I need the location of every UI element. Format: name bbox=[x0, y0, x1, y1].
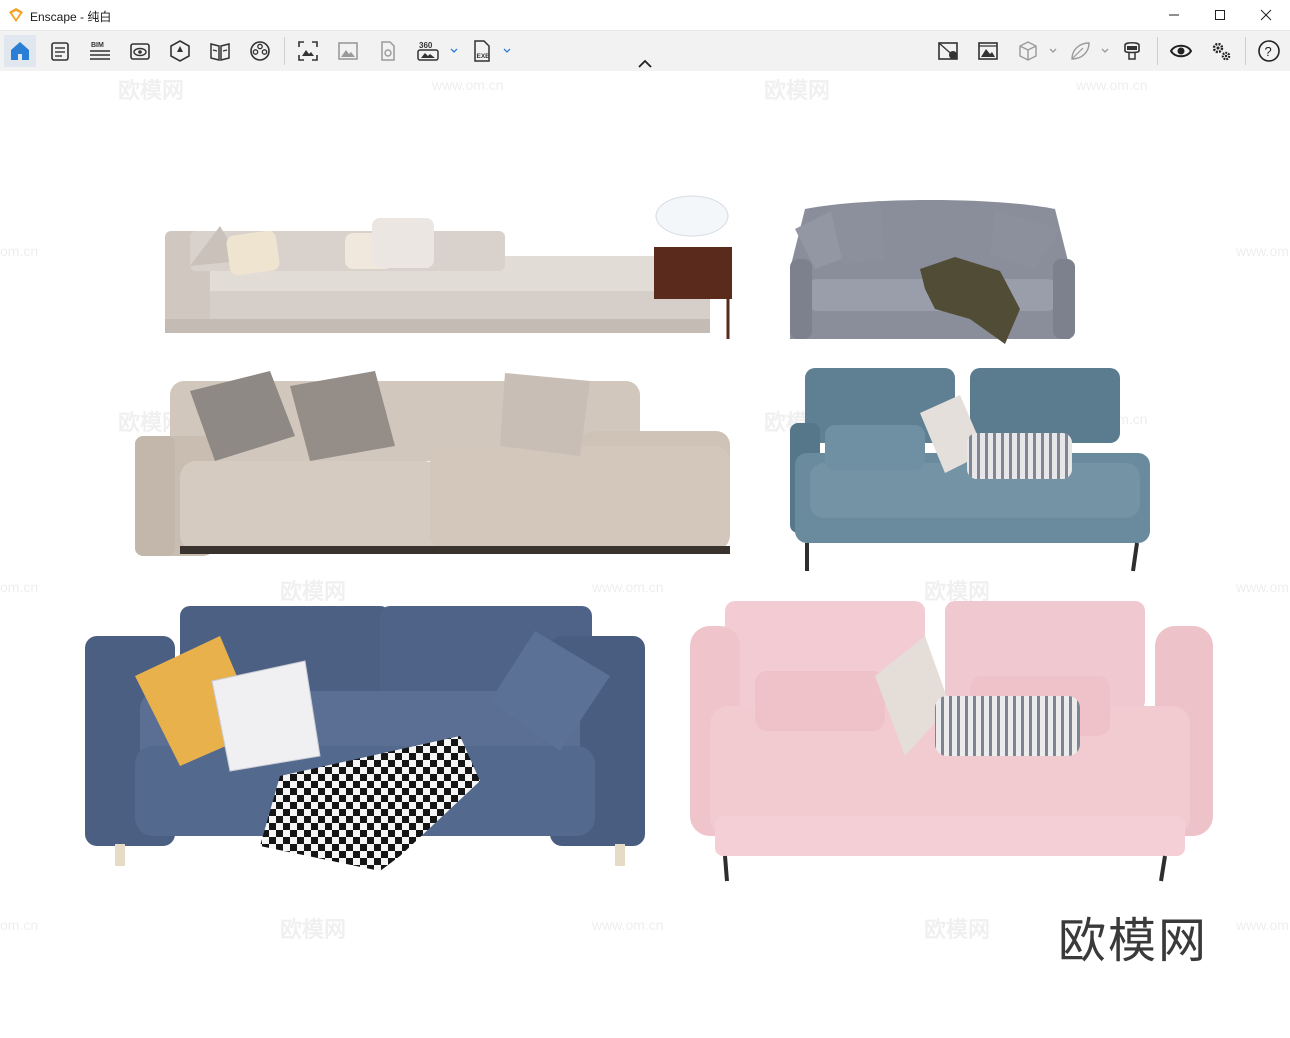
maximize-icon bbox=[1215, 10, 1225, 20]
material-editor-button[interactable] bbox=[244, 35, 276, 67]
view-icon bbox=[130, 43, 150, 60]
blue-sofa bbox=[85, 606, 645, 871]
render-viewport[interactable]: 欧模网 www.om.cn 欧模网 www.om.cn om.cn 欧模网 欧模… bbox=[0, 71, 1290, 1038]
exe-icon: EXE bbox=[474, 40, 491, 62]
chevron-down-icon bbox=[1101, 48, 1109, 53]
panorama-button[interactable]: 360 bbox=[412, 35, 444, 67]
video-editor-button[interactable] bbox=[372, 35, 404, 67]
svg-text:BIM: BIM bbox=[91, 42, 104, 49]
side-table-with-lamp bbox=[654, 195, 732, 339]
image-settings-icon bbox=[978, 42, 998, 60]
vr-cube-button[interactable] bbox=[1012, 35, 1044, 67]
library-icon bbox=[210, 43, 230, 61]
watermark-url: www.om.cn bbox=[1236, 917, 1290, 933]
site-icon bbox=[170, 40, 190, 62]
feedback-dropdown[interactable] bbox=[1100, 43, 1110, 59]
cube-dropdown[interactable] bbox=[1048, 43, 1058, 59]
cube-icon bbox=[1019, 41, 1037, 61]
home-button[interactable] bbox=[4, 35, 36, 67]
create-view-icon bbox=[938, 42, 958, 60]
toolbar-separator bbox=[1157, 37, 1158, 65]
watermark: 欧模网 bbox=[924, 917, 991, 942]
panorama-dropdown[interactable] bbox=[449, 43, 459, 59]
bim-icon: BIM bbox=[90, 42, 110, 60]
toolbar-separator bbox=[284, 37, 285, 65]
create-view-button[interactable] bbox=[932, 35, 964, 67]
grey-loveseat bbox=[790, 200, 1075, 344]
watermark-url: www.om.cn bbox=[592, 579, 664, 595]
screenshot-button[interactable] bbox=[292, 35, 324, 67]
toolbar-separator bbox=[1245, 37, 1246, 65]
watermark-url: om.cn bbox=[0, 917, 39, 933]
watermark-url: www.om.cn bbox=[1236, 243, 1290, 259]
watermark-url: www.om.cn bbox=[432, 77, 504, 93]
minimize-button[interactable] bbox=[1151, 0, 1197, 30]
enscape-logo-icon bbox=[9, 8, 23, 22]
watermark: 欧模网 bbox=[764, 78, 831, 103]
close-button[interactable] bbox=[1243, 0, 1289, 30]
settings-button[interactable] bbox=[1205, 35, 1237, 67]
watermark-url: www.om.cn bbox=[1076, 77, 1148, 93]
screenshot-icon bbox=[298, 41, 318, 61]
maximize-button[interactable] bbox=[1197, 0, 1243, 30]
title-bar: Enscape - 纯白 bbox=[0, 0, 1290, 31]
bim-button[interactable]: BIM bbox=[84, 35, 116, 67]
help-icon: ? bbox=[1258, 40, 1280, 62]
live-view-button[interactable] bbox=[1165, 35, 1197, 67]
brand-watermark: 欧模网 bbox=[1058, 913, 1209, 969]
watermark-url: www.om.cn bbox=[592, 917, 664, 933]
home-icon bbox=[11, 42, 29, 60]
close-icon bbox=[1260, 9, 1272, 21]
watermark: 欧模网 bbox=[280, 917, 347, 942]
feedback-button[interactable] bbox=[1064, 35, 1096, 67]
watermark: 欧模网 bbox=[280, 579, 347, 604]
watermark: 欧模网 bbox=[118, 78, 185, 103]
window-title: Enscape - 纯白 bbox=[30, 10, 112, 24]
notes-icon bbox=[51, 42, 69, 61]
pink-sofa bbox=[690, 601, 1213, 882]
eye-icon bbox=[1169, 44, 1193, 58]
chevron-down-icon bbox=[1049, 48, 1057, 53]
gears-icon bbox=[1212, 42, 1231, 61]
panorama-icon: 360 bbox=[417, 41, 439, 61]
vr-icon bbox=[1124, 41, 1140, 60]
material-icon bbox=[250, 41, 270, 61]
teal-chaise-sofa bbox=[790, 368, 1150, 572]
video-icon bbox=[381, 41, 395, 61]
chevron-down-icon bbox=[503, 48, 511, 53]
vr-headset-button[interactable] bbox=[1116, 35, 1148, 67]
notes-button[interactable] bbox=[44, 35, 76, 67]
watermark-url: om.cn bbox=[0, 579, 39, 595]
batch-render-icon bbox=[338, 42, 358, 60]
striped-pillow bbox=[967, 433, 1072, 479]
leaf-icon bbox=[1071, 42, 1090, 60]
svg-text:?: ? bbox=[1265, 44, 1272, 59]
export-dropdown[interactable] bbox=[502, 43, 512, 59]
site-context-button[interactable] bbox=[164, 35, 196, 67]
chevron-down-icon bbox=[450, 48, 458, 53]
svg-text:360: 360 bbox=[419, 41, 433, 50]
visual-settings-button[interactable] bbox=[972, 35, 1004, 67]
help-button[interactable]: ? bbox=[1253, 35, 1285, 67]
export-exe-button[interactable]: EXE bbox=[466, 35, 498, 67]
collapse-toolbar-icon[interactable] bbox=[636, 56, 654, 72]
asset-library-button[interactable] bbox=[204, 35, 236, 67]
minimize-icon bbox=[1169, 14, 1179, 16]
watermark-url: om.cn bbox=[0, 243, 39, 259]
beige-sectional bbox=[135, 371, 730, 556]
svg-text:EXE: EXE bbox=[477, 53, 491, 60]
views-button[interactable] bbox=[124, 35, 156, 67]
watermark-url: www.om.cn bbox=[1236, 579, 1290, 595]
batch-render-button[interactable] bbox=[332, 35, 364, 67]
